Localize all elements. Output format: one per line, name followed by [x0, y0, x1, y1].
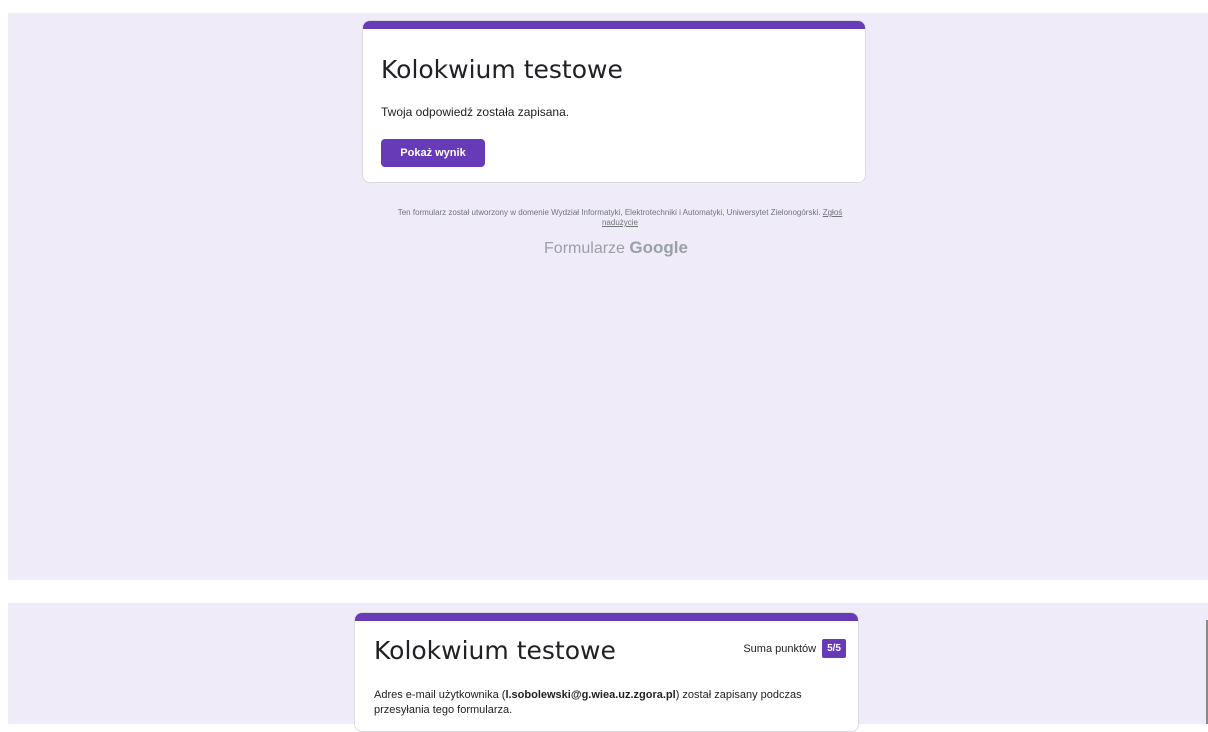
- card-accent-bar: [355, 613, 858, 621]
- brand-name: Google: [629, 238, 688, 257]
- saved-message: Twoja odpowiedź została zapisana.: [381, 105, 570, 119]
- total-score: Suma punktów 5/5: [743, 639, 846, 658]
- show-score-button[interactable]: Pokaż wynik: [381, 139, 485, 167]
- user-email: l.sobolewski@g.wiea.uz.zgora.pl: [505, 689, 676, 701]
- email-recorded-note: Adres e-mail użytkownika (l.sobolewski@g…: [374, 688, 834, 718]
- form-title: Kolokwium testowe: [381, 55, 623, 84]
- confirmation-card: Kolokwium testowe Twoja odpowiedź został…: [362, 20, 866, 183]
- score-badge: 5/5: [822, 639, 846, 658]
- score-label: Suma punktów: [743, 642, 817, 655]
- domain-disclaimer: Ten formularz został utworzony w domenie…: [392, 208, 848, 228]
- google-forms-logo: Formularze Google: [532, 238, 700, 258]
- card-accent-bar: [363, 21, 865, 29]
- score-card: Kolokwium testowe Suma punktów 5/5 Adres…: [354, 612, 859, 732]
- form-title: Kolokwium testowe: [374, 636, 616, 665]
- email-note-prefix: Adres e-mail użytkownika (: [374, 689, 506, 701]
- brand-prefix: Formularze: [544, 240, 625, 257]
- score-view: Kolokwium testowe Suma punktów 5/5 Adres…: [8, 603, 1208, 732]
- response-saved-view: Kolokwium testowe Twoja odpowiedź został…: [8, 13, 1208, 580]
- disclaimer-text: Ten formularz został utworzony w domenie…: [397, 208, 821, 217]
